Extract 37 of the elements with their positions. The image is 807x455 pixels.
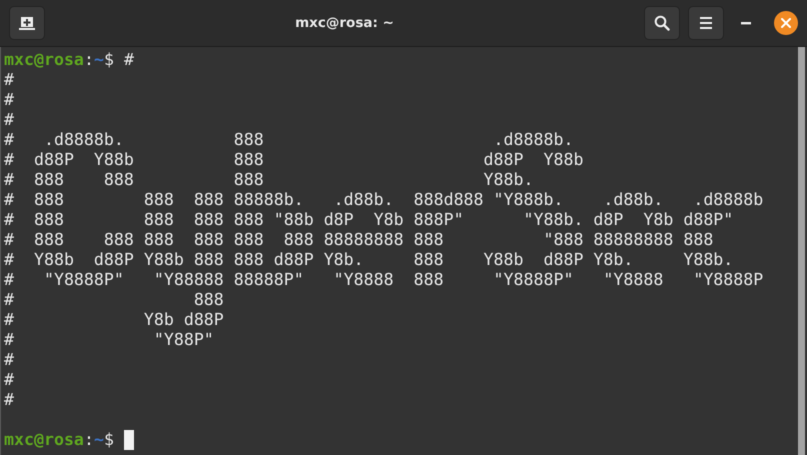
terminal-line: # Y8b d88P: [4, 310, 224, 330]
search-button[interactable]: [644, 6, 680, 40]
terminal-line: #: [4, 110, 14, 130]
terminal-line: # 888 888 888 88888b. .d88b. 888d888 "Y888b. .d88b. .d8888b: [4, 190, 764, 210]
terminal-line: # 888 888 888 Y88b.: [4, 170, 534, 190]
terminal-line: # "Y88P": [4, 330, 214, 350]
terminal-line: # 888 888 888 888 888 888 88888888 888 "888 88888888 888: [4, 230, 714, 250]
close-button[interactable]: [774, 11, 798, 35]
terminal-line: # .d8888b. 888 .d8888b.: [4, 130, 574, 150]
terminal-line: # d88P Y88b 888 d88P Y88b: [4, 150, 584, 170]
new-tab-icon: [19, 16, 35, 30]
search-icon: [654, 15, 670, 31]
prompt-separator: :: [84, 50, 94, 70]
terminal-line: #: [4, 90, 14, 110]
prompt-separator: :: [84, 430, 94, 450]
terminal-line: #: [4, 70, 14, 90]
window-title: mxc@rosa: ~: [295, 15, 394, 31]
prompt-symbol: $: [104, 50, 114, 70]
menu-icon: [700, 17, 712, 29]
scrollbar-thumb[interactable]: [798, 47, 804, 455]
prompt-symbol: $: [104, 430, 114, 450]
terminal-line: #: [4, 350, 14, 370]
new-tab-button[interactable]: [9, 6, 45, 40]
terminal-line: # 888: [4, 290, 224, 310]
terminal-line: # "Y8888P" "Y88888 88888P" "Y8888 888 "Y8888P" "Y8888 "Y8888P: [4, 270, 764, 290]
terminal-line: # 888 888 888 888 "88b d8P Y8b 888P" "Y88b. d8P Y8b d88P": [4, 210, 734, 230]
close-icon: [781, 18, 791, 28]
terminal-line: # Y88b d88P Y88b 888 888 d88P Y8b. 888 Y88b d88P Y8b. Y88b.: [4, 250, 734, 270]
prompt-user: mxc@rosa: [4, 50, 84, 70]
prompt-path: ~: [94, 430, 104, 450]
terminal-line: #: [4, 370, 14, 390]
menu-button[interactable]: [688, 6, 724, 40]
prompt-path: ~: [94, 50, 104, 70]
prompt-user: mxc@rosa: [4, 430, 84, 450]
terminal-line: #: [4, 390, 14, 410]
minimize-icon: [741, 22, 751, 24]
command-text: #: [124, 50, 134, 70]
